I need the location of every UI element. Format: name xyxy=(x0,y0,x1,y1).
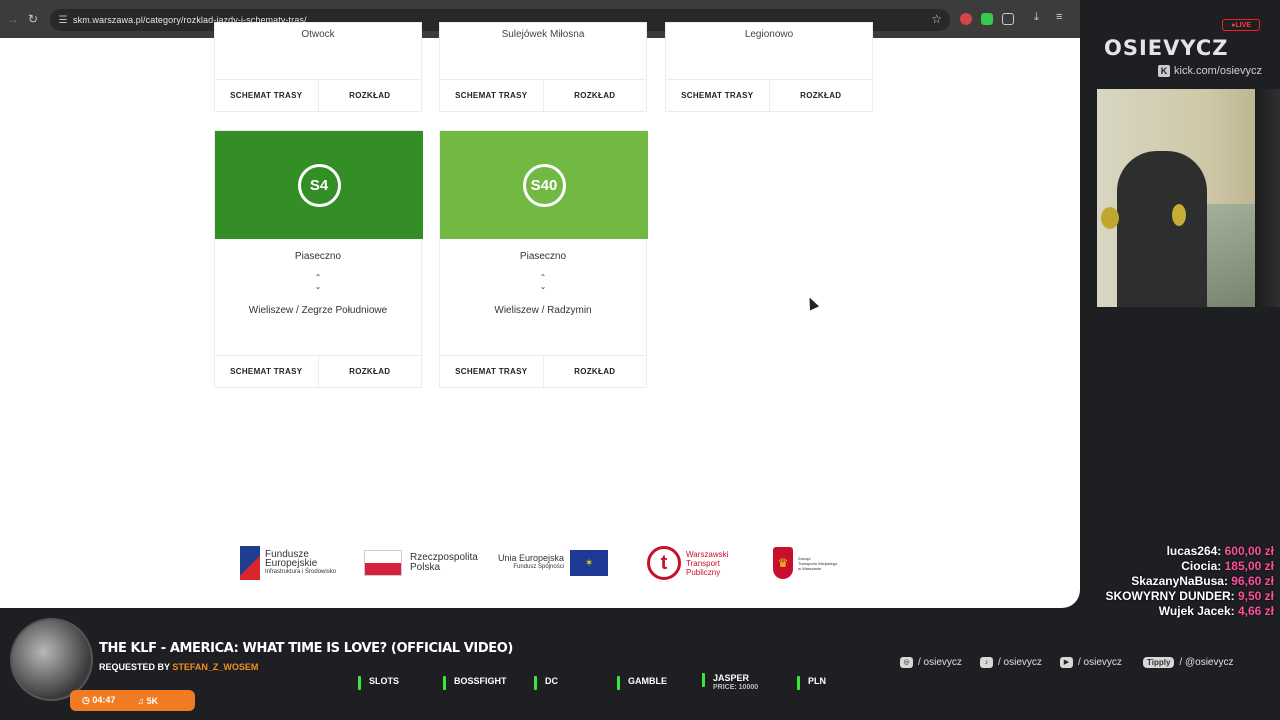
route-destination: Sulejówek Miłosna xyxy=(501,29,585,40)
timetable-button[interactable]: ROZKŁAD xyxy=(542,356,647,387)
kick-channel-link: K kick.com/osievycz xyxy=(1158,65,1262,77)
logo-ztm[interactable]: ♛ Zarząd Transportu Miejskiego w Warszaw… xyxy=(773,541,837,585)
route-card-sulejowek: Sulejówek Miłosna SCHEMAT TRASY ROZKŁAD xyxy=(439,22,647,112)
route-card-s40: S40 Piaseczno ⌃ ⌄ Wieliszew / Radzymin SC… xyxy=(439,130,648,388)
tipply-icon: Tipply xyxy=(1143,657,1175,668)
timetable-button[interactable]: ROZKŁAD xyxy=(768,80,873,111)
music-note-icon: ♫ xyxy=(137,695,145,706)
route-scheme-button[interactable]: SCHEMAT TRASY xyxy=(440,80,543,111)
line-header-s40[interactable]: S40 xyxy=(440,131,648,239)
extension-green-icon[interactable] xyxy=(981,13,993,25)
route-card-legionowo: Legionowo SCHEMAT TRASY ROZKŁAD xyxy=(665,22,873,112)
tiktok-icon: ♪ xyxy=(980,657,993,668)
bookmark-star-icon[interactable]: ☆ xyxy=(931,12,942,26)
reload-icon[interactable]: ↻ xyxy=(23,9,43,29)
command-slots: SLOTS xyxy=(358,676,399,690)
timetable-button[interactable]: ROZKŁAD xyxy=(317,356,422,387)
back-icon[interactable]: → xyxy=(3,9,23,29)
tab-search-icon[interactable]: ≡ xyxy=(1056,11,1062,23)
channel-logo: OSIEVYCZ xyxy=(1104,36,1229,60)
extensions-puzzle-icon[interactable] xyxy=(1002,13,1014,25)
social-tiktok: ♪ / osievycz xyxy=(980,657,1042,668)
polish-flag-icon xyxy=(364,550,402,576)
logo-unia-europejska[interactable]: Unia Europejska Fundusz Spójności ✶ xyxy=(498,541,609,585)
social-youtube: ▶ / osievycz xyxy=(1060,657,1122,668)
line-header-s4[interactable]: S4 xyxy=(215,131,423,239)
now-playing-artwork xyxy=(10,618,93,701)
route-destination: Legionowo xyxy=(744,29,794,40)
social-tipply: Tipply / @osievycz xyxy=(1143,657,1233,668)
webcam-feed xyxy=(1097,89,1280,307)
song-title: THE KLF - AMERICA: WHAT TIME IS LOVE? (O… xyxy=(99,641,513,656)
download-icon[interactable]: ⤓ xyxy=(1034,11,1039,24)
donation-row: Wujek Jacek: 4,66 zł xyxy=(1158,604,1274,618)
command-bossfight: BOSSFIGHT xyxy=(443,676,507,690)
donation-row: SkazanyNaBusa: 96,60 zł xyxy=(1131,574,1274,588)
social-instagram: ◎ / osievycz xyxy=(900,657,962,668)
command-gamble: GAMBLE xyxy=(617,676,667,690)
donation-row: Ciocia: 185,00 zł xyxy=(1181,559,1274,573)
route-origin: Piaseczno xyxy=(519,251,567,262)
route-scheme-button[interactable]: SCHEMAT TRASY xyxy=(666,80,769,111)
song-requested-by: REQUESTED BY STEFAN_Z_WOSEM xyxy=(99,662,259,672)
command-jasper: JASPER PRICE: 10000 xyxy=(702,673,758,691)
kick-icon: K xyxy=(1158,65,1170,77)
clock-icon: ◷ xyxy=(82,695,90,705)
command-pln: PLN xyxy=(797,676,826,690)
logo-fundusze-europejskie[interactable]: Fundusze Europejskie Infrastruktura i Śr… xyxy=(240,541,336,585)
route-card-otwock: Otwock SCHEMAT TRASY ROZKŁAD xyxy=(214,22,422,112)
logo-rzeczpospolita-polska[interactable]: Rzeczpospolita Polska xyxy=(364,541,478,585)
route-destination: Wieliszew / Zegrze Południowe xyxy=(248,305,388,316)
command-dc: DC xyxy=(534,676,558,690)
line-badge: S40 xyxy=(522,163,566,207)
eu-flag-icon: ✶ xyxy=(570,550,609,576)
route-scheme-button[interactable]: SCHEMAT TRASY xyxy=(215,80,318,111)
direction-arrows-icon: ⌃ ⌄ xyxy=(314,273,322,291)
logo-warszawski-transport-publiczny[interactable]: t Warszawski Transport Publiczny xyxy=(647,541,728,585)
site-info-icon[interactable]: ☰ xyxy=(53,15,73,26)
live-badge: ●LIVE xyxy=(1222,19,1260,31)
warsaw-coat-of-arms-icon: ♛ xyxy=(773,547,793,579)
wtp-icon: t xyxy=(647,546,681,580)
route-destination: Otwock xyxy=(301,29,335,40)
extension-red-icon[interactable] xyxy=(960,13,972,25)
song-stats-badge: ◷ 04:47 ♫ 5K xyxy=(70,690,195,711)
route-scheme-button[interactable]: SCHEMAT TRASY xyxy=(440,356,543,387)
timetable-button[interactable]: ROZKŁAD xyxy=(542,80,647,111)
donation-row: SKOWYRNY DUNDER: 9,50 zł xyxy=(1105,589,1275,603)
route-scheme-button[interactable]: SCHEMAT TRASY xyxy=(215,356,318,387)
route-origin: Piaseczno xyxy=(294,251,342,262)
donation-row: lucas264: 600,00 zł xyxy=(1166,544,1274,558)
timetable-button[interactable]: ROZKŁAD xyxy=(317,80,422,111)
mouse-cursor-icon xyxy=(804,295,820,311)
route-destination: Wieliszew / Radzymin xyxy=(494,305,592,316)
top-donations-list: lucas264: 600,00 zł Ciocia: 185,00 zł Sk… xyxy=(1106,544,1275,619)
direction-arrows-icon: ⌃ ⌄ xyxy=(539,273,547,291)
instagram-icon: ◎ xyxy=(900,657,913,668)
youtube-icon: ▶ xyxy=(1060,657,1073,668)
route-card-s4: S4 Piaseczno ⌃ ⌄ Wieliszew / Zegrze Połud… xyxy=(214,130,423,388)
line-badge: S4 xyxy=(297,163,341,207)
browser-window: → ↻ ☰ skm.warszawa.pl/category/rozklad-j… xyxy=(0,0,1080,608)
fe-mark-icon xyxy=(240,546,260,580)
